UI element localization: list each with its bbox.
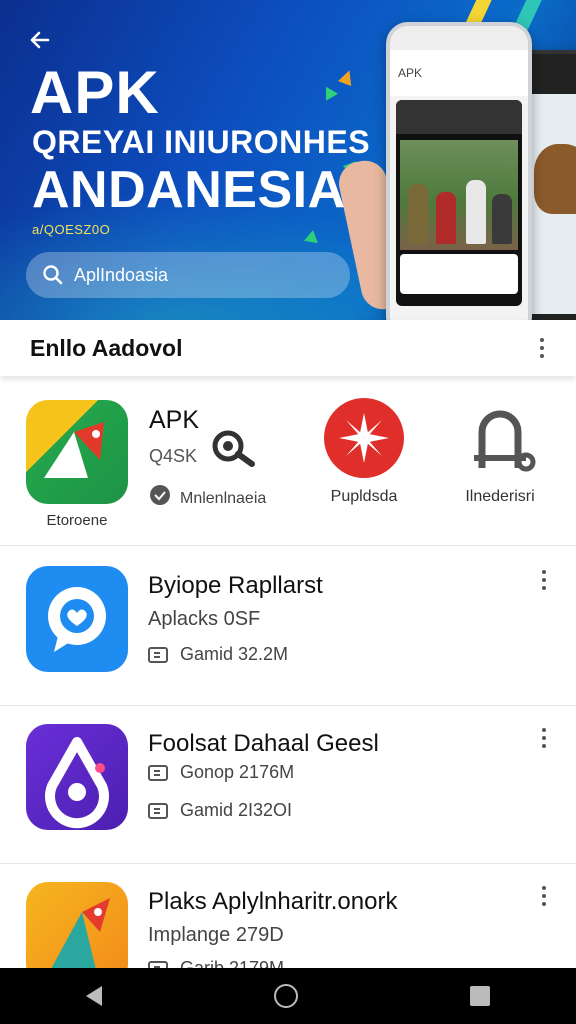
phone-mockup: APK <box>386 22 532 320</box>
phone-photo-card <box>396 100 522 306</box>
featured-row: Etoroene APK Q4SK Mnlenlnaeia Pupldsda I… <box>0 378 576 546</box>
more-options-icon[interactable] <box>532 726 556 750</box>
app-meta: Gamid 32.2M <box>148 644 288 665</box>
gamepad-icon <box>148 802 168 819</box>
featured-app-item[interactable]: Ilnederisri <box>440 398 560 506</box>
list-item[interactable]: Foolsat Dahaal Geesl Gonop 2176M Gamid 2… <box>0 706 576 864</box>
list-item[interactable]: Plaks Aplylnharitr.onork Implange 279D G… <box>0 864 576 986</box>
app-meta-text: Gamid 32.2M <box>180 644 289 664</box>
list-item[interactable]: Byiope Rapllarst Aplacks 0SF Gamid 32.2M <box>0 548 576 706</box>
featured-app-label: Ilnederisri <box>465 488 535 505</box>
phone-status-bar <box>390 26 528 50</box>
app-name: Byiope Rapllarst <box>148 572 323 599</box>
photo-caption <box>400 254 518 294</box>
app-subtitle: Aplacks 0SF <box>148 608 261 630</box>
photo-header <box>396 100 522 134</box>
person-figure <box>436 192 456 244</box>
section-title: Enllo Aadovol <box>30 334 183 361</box>
hero-tagline: a/QOESZ0O <box>32 222 111 237</box>
horse-image <box>534 144 576 214</box>
drop-ring-icon <box>26 724 128 830</box>
featured-app-item[interactable]: Pupldsda <box>304 398 424 506</box>
hero-subtitle: QREYAI INIURONHES <box>32 124 371 160</box>
person-figure <box>408 184 428 244</box>
hero-banner: APK QREYAI INIURONHES ANDANESIA a/QOESZ0… <box>0 0 576 320</box>
more-options-icon[interactable] <box>532 568 556 592</box>
phone-app-bar: APK <box>390 50 528 96</box>
confetti-shape <box>319 83 339 101</box>
search-icon <box>42 264 64 286</box>
app-subtitle: Implange 279D <box>148 924 284 946</box>
group-photo <box>400 140 518 250</box>
section-header: Enllo Aadovol <box>0 320 576 376</box>
more-options-icon[interactable] <box>530 336 554 360</box>
search-placeholder: AplIndoasia <box>74 264 169 285</box>
gamepad-icon <box>148 646 168 663</box>
featured-app-label: Pupldsda <box>330 488 398 505</box>
document-icon <box>148 764 168 781</box>
chat-bubble-icon <box>26 566 128 672</box>
app-meta: Gonop 2176M <box>148 762 294 783</box>
search-bar[interactable]: AplIndoasia <box>26 252 350 298</box>
hero-title: APK <box>30 59 160 126</box>
outline-glyph-icon <box>460 398 540 478</box>
hero-title-large: ANDANESIA <box>32 161 346 219</box>
featured-subtitle: Q4SK <box>149 446 198 466</box>
featured-meta-label: Mnlenlnaeia <box>180 489 267 507</box>
app-name: Plaks Aplylnharitr.onork <box>148 888 398 915</box>
featured-title: APK <box>149 406 200 434</box>
person-figure <box>466 180 486 244</box>
system-nav-bar <box>0 968 576 1024</box>
confetti-shape <box>338 68 356 86</box>
featured-meta: Mnlenlnaeia <box>148 484 266 513</box>
back-arrow-icon[interactable] <box>26 26 54 54</box>
app-meta-text: Gamid 2I32OI <box>180 800 293 820</box>
featured-app-icon[interactable] <box>26 400 128 504</box>
confetti-shape <box>304 228 320 244</box>
more-options-icon[interactable] <box>532 884 556 908</box>
magnify-icon <box>208 426 262 475</box>
chat-icon <box>148 484 172 513</box>
featured-app-label: Etoroene <box>46 512 108 529</box>
app-name: Foolsat Dahaal Geesl <box>148 730 379 757</box>
app-meta-text: Gonop 2176M <box>180 762 295 782</box>
back-icon[interactable] <box>86 986 102 1006</box>
home-icon[interactable] <box>274 984 298 1008</box>
app-meta: Gamid 2I32OI <box>148 800 292 821</box>
recents-icon[interactable] <box>470 986 490 1006</box>
red-flower-icon <box>324 398 404 478</box>
person-figure <box>492 194 512 244</box>
